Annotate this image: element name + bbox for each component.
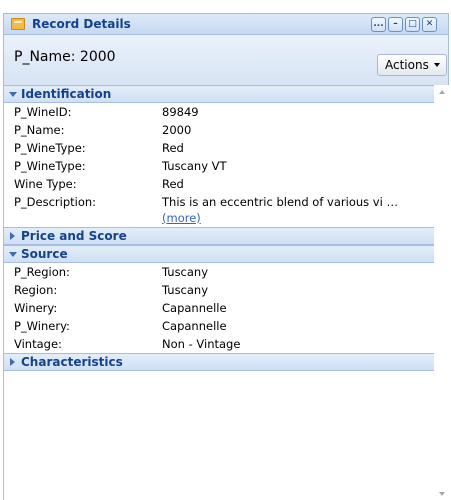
field-value: 89849 <box>162 105 199 119</box>
field-label: Vintage: <box>14 337 62 351</box>
field-row: Region: Tuscany <box>4 281 434 299</box>
collapsed-triangle-icon <box>10 232 15 240</box>
field-value: Capannelle <box>162 319 227 333</box>
field-label: P_Winery: <box>14 319 70 333</box>
field-row: Winery: Capannelle <box>4 299 434 317</box>
section-header-price-and-score[interactable]: Price and Score <box>4 227 434 245</box>
record-content: Identification P_WineID: 89849 P_Name: 2… <box>3 85 449 500</box>
field-row: Wine Type: Red <box>4 175 434 193</box>
section-header-source[interactable]: Source <box>4 245 434 263</box>
field-row: P_Region: Tuscany <box>4 263 434 281</box>
field-value: Tuscany VT <box>162 159 227 173</box>
title-bar[interactable]: Record Details ... – □ ✕ <box>3 13 449 35</box>
window-title: Record Details <box>32 17 131 31</box>
record-name: P_Name: 2000 <box>14 49 116 65</box>
collapsed-triangle-icon <box>10 358 15 366</box>
scroll-down-arrow-icon[interactable] <box>439 492 445 496</box>
expanded-triangle-icon <box>9 92 17 97</box>
record-icon <box>11 18 25 30</box>
field-label: P_WineType: <box>14 141 86 155</box>
dropdown-arrow-icon <box>434 63 440 67</box>
field-row: P_WineID: 89849 <box>4 103 434 121</box>
section-title: Identification <box>21 87 112 101</box>
field-row-description: P_Description: This is an eccentric blen… <box>4 193 434 227</box>
field-label: Wine Type: <box>14 177 77 191</box>
close-button[interactable]: ✕ <box>422 17 437 32</box>
field-value: Tuscany <box>162 265 209 279</box>
minimize-button[interactable]: – <box>388 17 403 32</box>
field-row: Vintage: Non - Vintage <box>4 335 434 353</box>
field-label: P_WineID: <box>14 105 72 119</box>
scroll-up-arrow-icon[interactable] <box>439 90 445 94</box>
field-value: 2000 <box>162 123 192 137</box>
field-label: Region: <box>14 283 58 297</box>
field-label: P_WineType: <box>14 159 86 173</box>
section-header-characteristics[interactable]: Characteristics <box>4 353 434 371</box>
field-row: P_Name: 2000 <box>4 121 434 139</box>
section-title: Characteristics <box>21 355 123 369</box>
field-value: Red <box>162 141 184 155</box>
field-value: Capannelle <box>162 301 227 315</box>
expanded-triangle-icon <box>9 252 17 257</box>
field-label: P_Name: <box>14 123 65 137</box>
field-value: Tuscany <box>162 283 209 297</box>
section-header-identification[interactable]: Identification <box>4 85 434 103</box>
field-value: Non - Vintage <box>162 337 241 351</box>
more-link[interactable]: (more) <box>162 209 201 227</box>
record-header: P_Name: 2000 Actions <box>3 35 449 85</box>
field-row: P_WineType: Tuscany VT <box>4 157 434 175</box>
actions-button[interactable]: Actions <box>377 54 447 76</box>
maximize-button[interactable]: □ <box>405 17 420 32</box>
field-label: P_Region: <box>14 265 70 279</box>
record-details-window: Record Details ... – □ ✕ P_Name: 2000 Ac… <box>0 0 451 500</box>
field-label: Winery: <box>14 301 58 315</box>
field-row: P_Winery: Capannelle <box>4 317 434 335</box>
details-scroll-area[interactable]: Identification P_WineID: 89849 P_Name: 2… <box>4 85 434 500</box>
section-title: Price and Score <box>21 229 127 243</box>
actions-label: Actions <box>385 58 429 72</box>
field-row: P_WineType: Red <box>4 139 434 157</box>
field-value: Red <box>162 177 184 191</box>
section-title: Source <box>21 247 68 261</box>
vertical-scrollbar[interactable] <box>435 85 449 500</box>
field-label: P_Description: <box>14 195 97 209</box>
more-options-button[interactable]: ... <box>371 17 386 32</box>
